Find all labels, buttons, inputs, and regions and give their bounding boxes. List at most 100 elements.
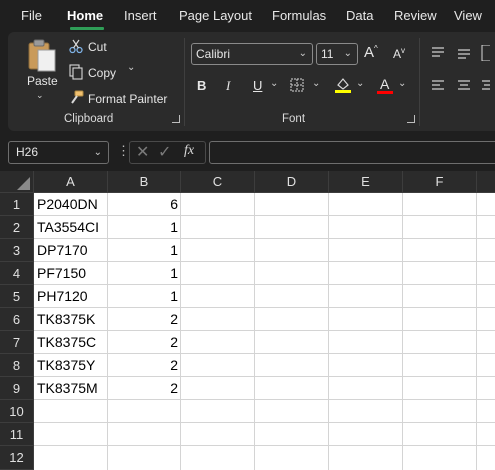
italic-button[interactable]: I — [226, 78, 230, 94]
cancel-icon[interactable]: ✕ — [136, 142, 149, 162]
underline-chevron-icon[interactable]: ⌄ — [270, 78, 278, 89]
row-header[interactable]: 8 — [0, 354, 34, 377]
formula-input[interactable] — [209, 141, 495, 164]
cell-a5[interactable]: PH7120 — [37, 285, 109, 308]
font-size-value: 11 — [321, 47, 334, 61]
font-group-label: Font — [282, 113, 306, 125]
menu-home[interactable]: Home — [67, 0, 103, 30]
fill-color-chevron-icon[interactable]: ⌄ — [356, 78, 364, 89]
cell-a2[interactable]: TA3554CI — [37, 216, 109, 239]
column-header-partial[interactable] — [477, 171, 495, 193]
column-header-f[interactable]: F — [403, 171, 477, 193]
cell-b9[interactable]: 2 — [108, 377, 178, 400]
clipboard-launcher-icon[interactable] — [172, 115, 180, 123]
formula-controls: ✕ ✓ fx — [129, 141, 206, 164]
cell-a4[interactable]: PF7150 — [37, 262, 109, 285]
ribbon-separator — [419, 38, 420, 126]
menu-file[interactable]: File — [21, 0, 42, 30]
cut-button[interactable]: Cut — [88, 40, 107, 54]
paste-chevron-icon[interactable]: ⌄ — [36, 90, 44, 101]
cell-a6[interactable]: TK8375K — [37, 308, 109, 331]
menu-insert[interactable]: Insert — [124, 0, 157, 30]
format-painter-icon[interactable] — [68, 90, 84, 106]
font-name-value: Calibri — [196, 47, 231, 61]
clipboard-group-label: Clipboard — [64, 113, 114, 125]
copy-icon[interactable] — [68, 64, 84, 80]
cell-b8[interactable]: 2 — [108, 354, 178, 377]
horizontal-align-buttons[interactable] — [430, 79, 490, 93]
row-header[interactable]: 7 — [0, 331, 34, 354]
menu-formulas[interactable]: Formulas — [272, 0, 326, 30]
cut-icon[interactable] — [68, 38, 84, 54]
enter-icon[interactable]: ✓ — [158, 142, 171, 162]
column-header-d[interactable]: D — [255, 171, 329, 193]
ribbon-separator — [184, 38, 185, 126]
menu-review[interactable]: Review — [394, 0, 437, 30]
insert-function-icon[interactable]: fx — [184, 143, 194, 159]
paste-icon — [28, 39, 56, 72]
row-header[interactable]: 10 — [0, 400, 34, 423]
cell-b2[interactable]: 1 — [108, 216, 178, 239]
cell-b5[interactable]: 1 — [108, 285, 178, 308]
cell-b3[interactable]: 1 — [108, 239, 178, 262]
chevron-down-icon: ⌄ — [343, 48, 352, 59]
menu-view[interactable]: View — [454, 0, 482, 30]
bold-button[interactable]: B — [197, 78, 206, 93]
gridline — [402, 193, 403, 470]
menu-data[interactable]: Data — [346, 0, 373, 30]
cell-b6[interactable]: 2 — [108, 308, 178, 331]
shrink-font-button[interactable]: Av — [393, 46, 405, 61]
column-header-e[interactable]: E — [329, 171, 403, 193]
menu-bar: File Home Insert Page Layout Formulas Da… — [0, 0, 495, 30]
format-painter-button[interactable]: Format Painter — [88, 92, 167, 106]
select-all-corner[interactable] — [0, 171, 34, 193]
column-header-a[interactable]: A — [34, 171, 108, 193]
font-size-select[interactable]: 11 ⌄ — [316, 43, 358, 65]
cell-area[interactable]: P2040DN 6 TA3554CI 1 DP7170 1 PF7150 1 P… — [34, 193, 495, 470]
vertical-align-buttons[interactable] — [430, 44, 493, 62]
font-color-icon: A — [380, 76, 390, 92]
font-name-select[interactable]: Calibri ⌄ — [191, 43, 313, 65]
cell-a3[interactable]: DP7170 — [37, 239, 109, 262]
chevron-down-icon: ⌄ — [298, 48, 307, 59]
cell-a7[interactable]: TK8375C — [37, 331, 109, 354]
row-header[interactable]: 4 — [0, 262, 34, 285]
row-header[interactable]: 2 — [0, 216, 34, 239]
row-header[interactable]: 3 — [0, 239, 34, 262]
column-header-b[interactable]: B — [108, 171, 181, 193]
cell-a1[interactable]: P2040DN — [37, 193, 109, 216]
fill-color-icon[interactable] — [334, 76, 352, 94]
gridline — [254, 193, 255, 470]
copy-button[interactable]: Copy — [88, 66, 116, 80]
cell-a9[interactable]: TK8375M — [37, 377, 109, 400]
row-header[interactable]: 9 — [0, 377, 34, 400]
chevron-down-icon: ⌄ — [93, 147, 102, 158]
row-header[interactable]: 1 — [0, 193, 34, 216]
row-header[interactable]: 11 — [0, 423, 34, 446]
font-color-swatch — [377, 91, 393, 94]
cell-a8[interactable]: TK8375Y — [37, 354, 109, 377]
worksheet-grid: A B C D E F 1 2 3 4 5 6 7 8 9 10 11 12 P… — [0, 171, 495, 470]
row-header[interactable]: 12 — [0, 446, 34, 470]
shrink-font-icon: A — [393, 47, 402, 61]
underline-button[interactable]: U — [253, 78, 262, 93]
row-header[interactable]: 6 — [0, 308, 34, 331]
name-box-value: H26 — [16, 145, 39, 159]
cell-b1[interactable]: 6 — [108, 193, 178, 216]
font-color-chevron-icon[interactable]: ⌄ — [398, 78, 406, 89]
font-launcher-icon[interactable] — [407, 115, 415, 123]
paste-label[interactable]: Paste — [27, 74, 58, 88]
copy-chevron-icon[interactable]: ⌄ — [127, 62, 135, 73]
grow-font-icon: A — [364, 44, 375, 61]
menu-page-layout[interactable]: Page Layout — [179, 0, 252, 30]
column-header-c[interactable]: C — [181, 171, 255, 193]
cell-b4[interactable]: 1 — [108, 262, 178, 285]
cell-b7[interactable]: 2 — [108, 331, 178, 354]
gridline — [180, 193, 181, 470]
grow-font-button[interactable]: A^ — [364, 44, 378, 61]
font-color-button[interactable]: A — [376, 76, 394, 94]
name-box[interactable]: H26 ⌄ — [8, 141, 109, 164]
borders-chevron-icon[interactable]: ⌄ — [312, 78, 320, 89]
row-header[interactable]: 5 — [0, 285, 34, 308]
borders-icon[interactable] — [290, 78, 304, 92]
